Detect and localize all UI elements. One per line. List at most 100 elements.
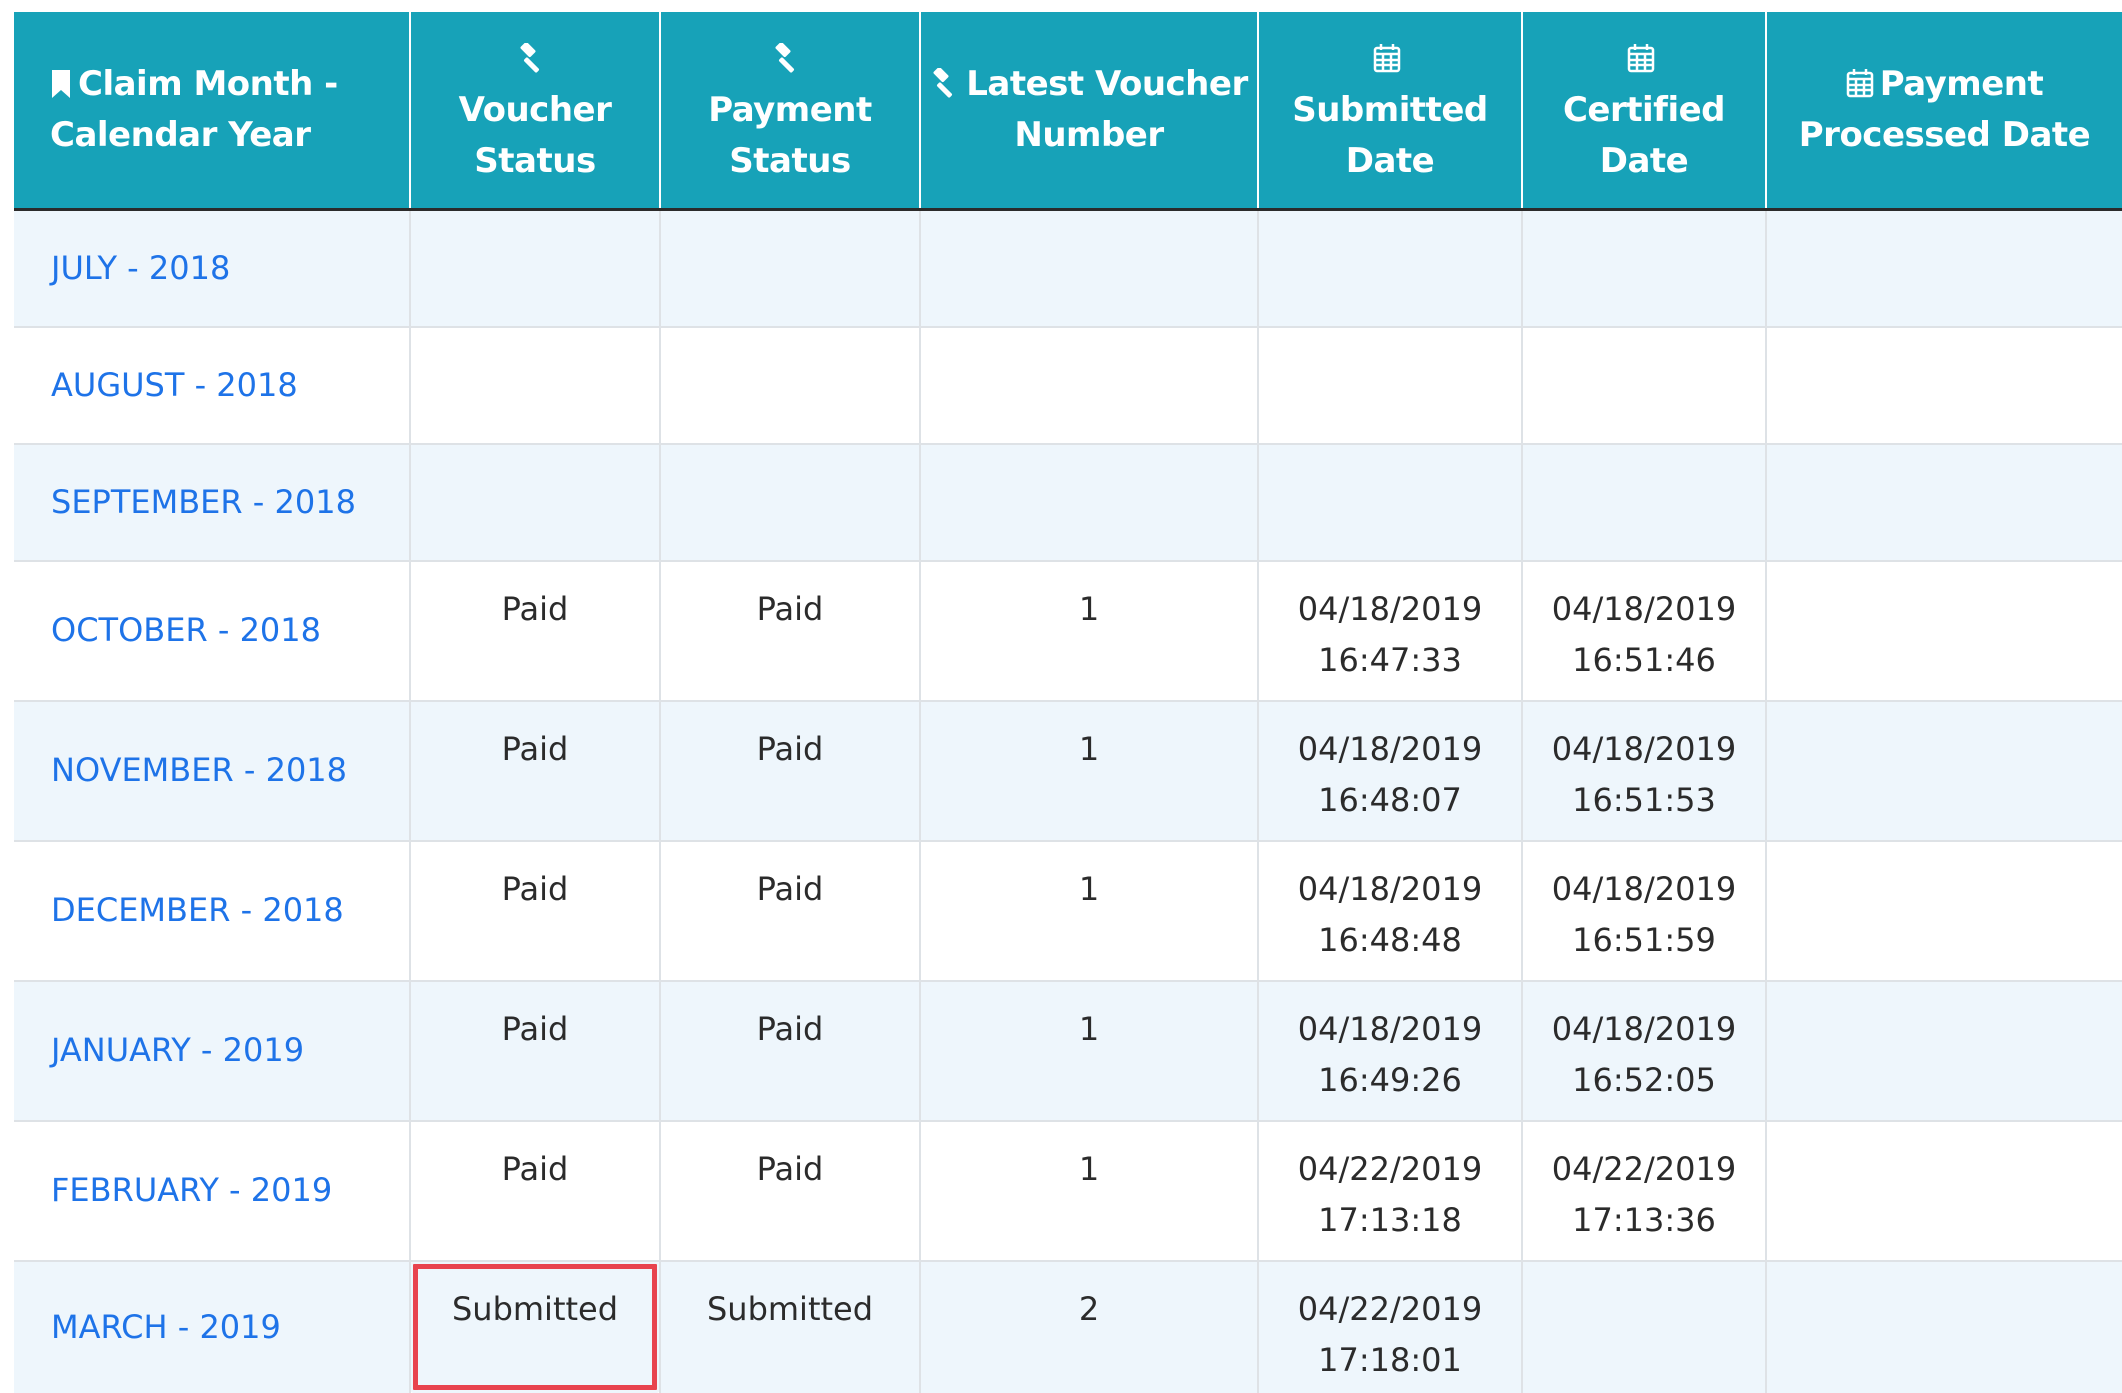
table-row: DECEMBER - 2018 Paid Paid 1 04/18/2019 16…: [14, 839, 2122, 981]
submitted-time: 17:13:18: [1318, 1200, 1462, 1239]
submitted-time: 16:48:07: [1318, 780, 1462, 819]
bookmark-icon: [50, 70, 72, 98]
claim-month-cell: DECEMBER - 2018: [14, 839, 410, 981]
certified-date-cell: [1521, 208, 1766, 327]
claim-month-cell: FEBRUARY - 2019: [14, 1119, 410, 1261]
gavel-icon: [517, 42, 547, 73]
payment-status-cell: [659, 442, 920, 561]
claim-month-link[interactable]: JULY - 2018: [51, 249, 230, 287]
processed-date-cell: [1765, 979, 2122, 1121]
payment-status-cell: Paid: [659, 559, 920, 701]
submitted-date-cell: 04/22/2019 17:18:01: [1257, 1259, 1522, 1393]
header-submitted-date-label: Submitted Date: [1292, 89, 1488, 181]
claim-month-link[interactable]: DECEMBER - 2018: [51, 891, 344, 929]
certified-time: 16:52:05: [1572, 1060, 1716, 1099]
voucher-number-cell: [919, 208, 1258, 327]
processed-date-cell: [1765, 559, 2122, 701]
payment-status-cell: [659, 208, 920, 327]
claim-month-link[interactable]: SEPTEMBER - 2018: [51, 483, 356, 521]
claim-month-link[interactable]: OCTOBER - 2018: [51, 611, 321, 649]
voucher-status-cell: [409, 208, 660, 327]
header-payment-processed-date[interactable]: Payment Processed Date: [1765, 12, 2122, 211]
submitted-time: 16:47:33: [1318, 640, 1462, 679]
claims-table: Claim Month - Calendar Year Voucher Stat…: [14, 12, 2122, 1393]
claim-month-link[interactable]: MARCH - 2019: [51, 1308, 281, 1346]
payment-status-cell: Submitted: [659, 1259, 920, 1393]
voucher-status-cell: Paid: [409, 699, 660, 841]
claim-month-link[interactable]: FEBRUARY - 2019: [51, 1171, 332, 1209]
processed-date-cell: [1765, 699, 2122, 841]
submitted-date-cell: [1257, 325, 1522, 444]
submitted-date: 04/22/2019: [1297, 1149, 1483, 1188]
claim-month-link[interactable]: AUGUST - 2018: [51, 366, 298, 404]
certified-date: 04/18/2019: [1551, 729, 1737, 768]
voucher-number-cell: [919, 325, 1258, 444]
voucher-number-cell: 2: [919, 1259, 1258, 1393]
voucher-status-cell: [409, 442, 660, 561]
certified-date-cell: 04/22/2019 17:13:36: [1521, 1119, 1766, 1261]
claim-month-cell: OCTOBER - 2018: [14, 559, 410, 701]
table-row: MARCH - 2019 Submitted Submitted 2 04/22…: [14, 1259, 2122, 1393]
processed-date-cell: [1765, 325, 2122, 444]
claim-month-cell: JANUARY - 2019: [14, 979, 410, 1121]
submitted-date-cell: 04/22/2019 17:13:18: [1257, 1119, 1522, 1261]
header-submitted-date[interactable]: Submitted Date: [1257, 12, 1522, 211]
table-row: NOVEMBER - 2018 Paid Paid 1 04/18/2019 16…: [14, 699, 2122, 841]
table-row: AUGUST - 2018: [14, 325, 2122, 444]
voucher-number-cell: 1: [919, 699, 1258, 841]
certified-date-cell: 04/18/2019 16:51:46: [1521, 559, 1766, 701]
certified-time: 16:51:59: [1572, 920, 1716, 959]
voucher-status-cell: Paid: [409, 559, 660, 701]
table-row: FEBRUARY - 2019 Paid Paid 1 04/22/2019 17…: [14, 1119, 2122, 1261]
submitted-date-cell: [1257, 208, 1522, 327]
claim-month-cell: AUGUST - 2018: [14, 325, 410, 444]
header-certified-date-label: Certified Date: [1562, 89, 1726, 181]
certified-time: 16:51:53: [1572, 780, 1716, 819]
submitted-date: 04/18/2019: [1297, 1009, 1483, 1048]
header-latest-voucher-number[interactable]: Latest Voucher Number: [919, 12, 1258, 211]
certified-date-cell: [1521, 325, 1766, 444]
payment-status-cell: Paid: [659, 979, 920, 1121]
claim-month-cell: MARCH - 2019: [14, 1259, 410, 1393]
certified-date-cell: 04/18/2019 16:51:53: [1521, 699, 1766, 841]
header-payment-processed-date-label: Payment Processed Date: [1798, 64, 2091, 155]
certified-date: 04/18/2019: [1551, 869, 1737, 908]
certified-date-cell: [1521, 442, 1766, 561]
voucher-number-cell: 1: [919, 839, 1258, 981]
gavel-icon: [930, 68, 960, 98]
header-voucher-status-label: Voucher Status: [458, 89, 612, 181]
voucher-status-cell: Paid: [409, 1119, 660, 1261]
header-payment-status-label: Payment Status: [708, 89, 872, 181]
submitted-date-cell: 04/18/2019 16:48:48: [1257, 839, 1522, 981]
table-row: OCTOBER - 2018 Paid Paid 1 04/18/2019 16:…: [14, 559, 2122, 701]
certified-date-cell: 04/18/2019 16:52:05: [1521, 979, 1766, 1121]
calendar-icon: [1846, 68, 1874, 98]
processed-date-cell: [1765, 442, 2122, 561]
submitted-time: 17:18:01: [1318, 1340, 1462, 1379]
header-certified-date[interactable]: Certified Date: [1521, 12, 1766, 211]
voucher-number-cell: 1: [919, 979, 1258, 1121]
header-latest-voucher-number-label: Latest Voucher Number: [966, 64, 1248, 155]
header-payment-status[interactable]: Payment Status: [659, 12, 920, 211]
processed-date-cell: [1765, 208, 2122, 327]
processed-date-cell: [1765, 1259, 2122, 1393]
processed-date-cell: [1765, 839, 2122, 981]
header-voucher-status[interactable]: Voucher Status: [409, 12, 660, 211]
voucher-number-cell: 1: [919, 1119, 1258, 1261]
header-claim-month-label: Claim Month - Calendar Year: [50, 64, 338, 155]
claim-month-link[interactable]: NOVEMBER - 2018: [51, 751, 347, 789]
voucher-status-cell: [409, 325, 660, 444]
certified-date-cell: 04/18/2019 16:51:59: [1521, 839, 1766, 981]
processed-date-cell: [1765, 1119, 2122, 1261]
payment-status-cell: Paid: [659, 699, 920, 841]
payment-status-cell: Paid: [659, 1119, 920, 1261]
submitted-date: 04/22/2019: [1297, 1289, 1483, 1328]
submitted-time: 16:48:48: [1318, 920, 1462, 959]
voucher-number-cell: [919, 442, 1258, 561]
claim-month-cell: SEPTEMBER - 2018: [14, 442, 410, 561]
table-row: SEPTEMBER - 2018: [14, 442, 2122, 561]
claim-month-link[interactable]: JANUARY - 2019: [51, 1031, 304, 1069]
certified-time: 16:51:46: [1572, 640, 1716, 679]
header-claim-month[interactable]: Claim Month - Calendar Year: [14, 12, 410, 211]
submitted-date: 04/18/2019: [1297, 869, 1483, 908]
